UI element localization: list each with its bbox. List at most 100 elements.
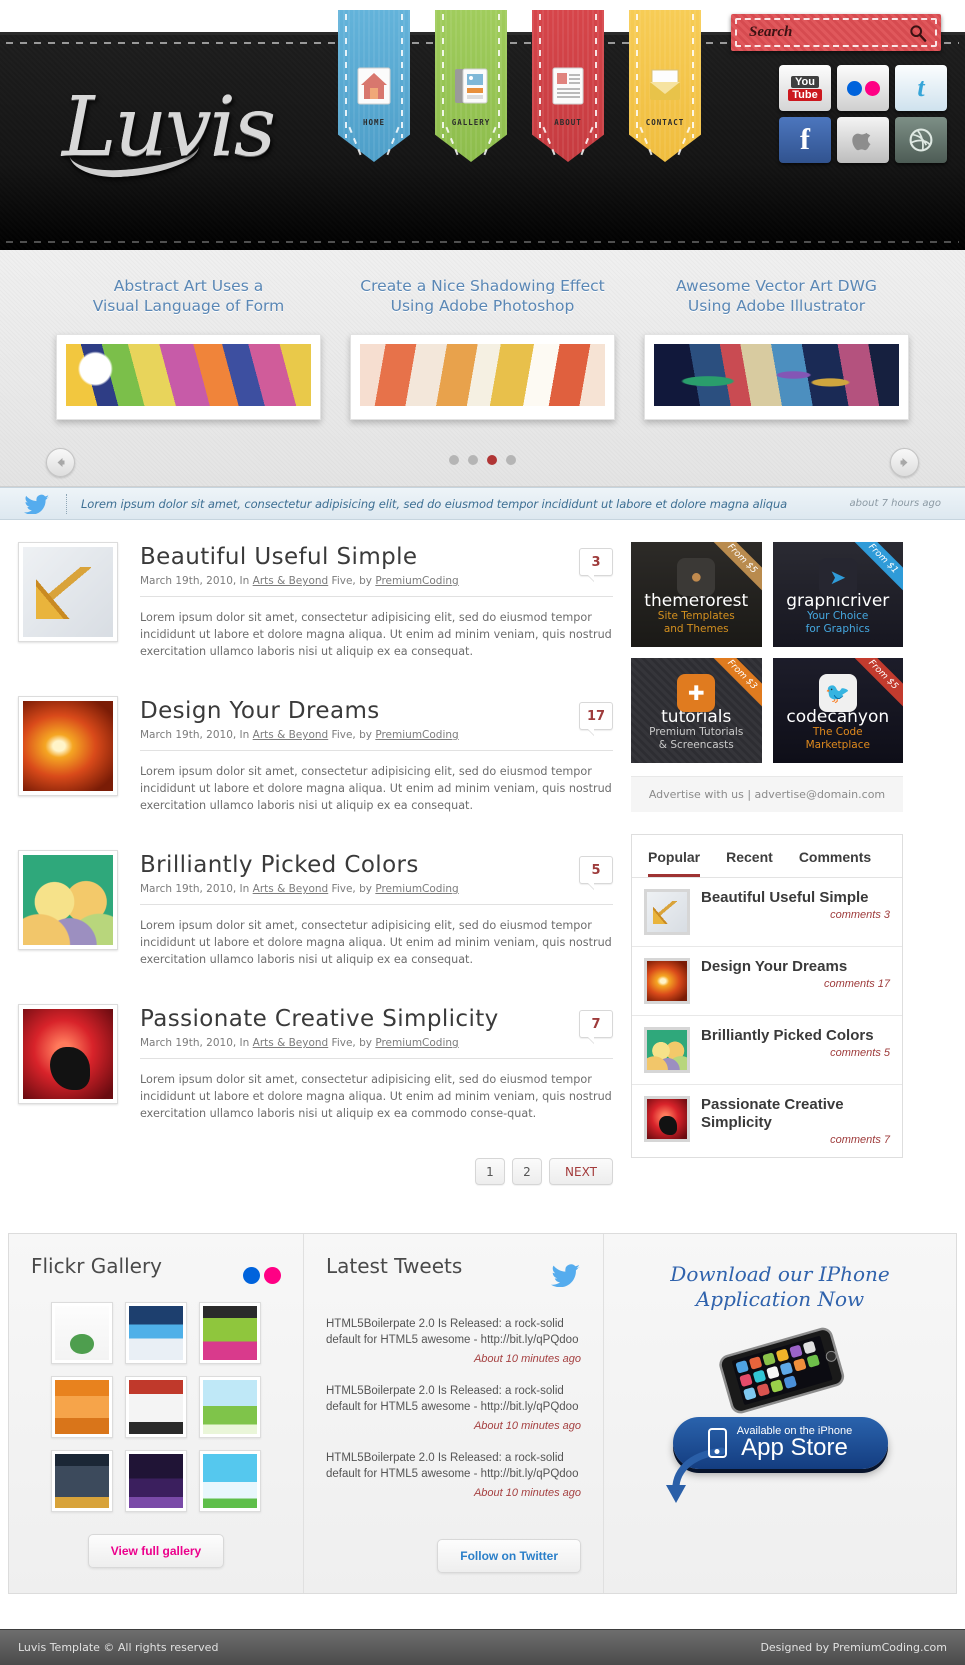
flickr-thumb[interactable] <box>125 1450 187 1512</box>
nav-item-gallery[interactable]: GALLERY <box>435 10 507 162</box>
page-2-button[interactable]: 2 <box>512 1158 542 1185</box>
post-thumbnail[interactable] <box>18 850 118 950</box>
popular-list-item[interactable]: Brilliantly Picked Colors comments 5 <box>632 1016 902 1085</box>
ad-codecanyon[interactable]: From $5 🐦 codecanyon The Code Marketplac… <box>772 658 903 763</box>
post-body: Brilliantly Picked Colors March 19th, 20… <box>140 850 613 968</box>
flickr-thumb-image <box>55 1306 109 1360</box>
latest-tweets-widget: Latest Tweets HTML5Boilerpate 2.0 Is Rel… <box>304 1234 604 1593</box>
post-thumbnail-image <box>23 701 113 791</box>
post-thumbnail[interactable] <box>18 542 118 642</box>
tab-comments[interactable]: Comments <box>799 849 871 877</box>
post-title[interactable]: Passionate Creative Simplicity <box>140 1006 613 1032</box>
popular-item-thumbnail <box>644 958 690 1004</box>
ad-tutorials[interactable]: From $3 ✚ tutorials Premium Tutorials & … <box>631 658 762 763</box>
flickr-thumb[interactable] <box>125 1376 187 1438</box>
next-page-button[interactable]: NEXT <box>549 1158 613 1185</box>
facebook-icon[interactable]: f <box>779 117 831 163</box>
post-thumbnail[interactable] <box>18 1004 118 1104</box>
flickr-icon[interactable] <box>837 65 889 111</box>
flickr-widget-header: Flickr Gallery <box>31 1254 281 1296</box>
post-author-link[interactable]: PremiumCoding <box>375 729 458 741</box>
tweets-widget-header: Latest Tweets <box>326 1254 581 1296</box>
page-1-button[interactable]: 1 <box>475 1158 505 1185</box>
slide-item[interactable]: Abstract Art Uses a Visual Language of F… <box>56 276 321 420</box>
slider-dot-1[interactable] <box>449 455 459 465</box>
popular-item-text: Passionate Creative Simplicity comments … <box>701 1096 890 1146</box>
site-logo[interactable]: Luvis <box>62 80 276 175</box>
flickr-thumb[interactable] <box>199 1302 261 1364</box>
youtube-icon[interactable]: You Tube <box>779 65 831 111</box>
advertise-with-us-line[interactable]: Advertise with us | advertise@domain.com <box>631 776 903 812</box>
tab-recent[interactable]: Recent <box>726 849 773 877</box>
tweet-text[interactable]: HTML5Boilerpate 2.0 Is Released: a rock-… <box>326 1383 581 1415</box>
ad-graphicriver[interactable]: From $1 ➤ graphicriver Your Choice for G… <box>772 542 903 647</box>
dribbble-glyph <box>909 128 933 152</box>
post-thumbnail[interactable] <box>18 696 118 796</box>
flickr-thumb[interactable] <box>125 1302 187 1364</box>
post-title[interactable]: Brilliantly Picked Colors <box>140 852 613 878</box>
post-title[interactable]: Beautiful Useful Simple <box>140 544 613 570</box>
post-author-link[interactable]: PremiumCoding <box>375 1037 458 1049</box>
flickr-thumb[interactable] <box>51 1450 113 1512</box>
follow-on-twitter-button[interactable]: Follow on Twitter <box>437 1539 581 1573</box>
popular-list-item[interactable]: Passionate Creative Simplicity comments … <box>632 1085 902 1157</box>
post-category-link[interactable]: Arts & Beyond <box>253 729 329 741</box>
post-category-link[interactable]: Arts & Beyond <box>253 883 329 895</box>
iphone-glyph-icon <box>707 1428 727 1458</box>
tweet-text[interactable]: HTML5Boilerpate 2.0 Is Released: a rock-… <box>326 1450 581 1482</box>
flickr-thumb[interactable] <box>199 1450 261 1512</box>
post-meta: March 19th, 2010, In Arts & Beyond Five,… <box>140 575 613 597</box>
slider-dot-2[interactable] <box>468 455 478 465</box>
flickr-thumb[interactable] <box>199 1376 261 1438</box>
comment-count-bubble[interactable]: 17 <box>579 702 613 730</box>
ad-themeforest[interactable]: From $5 ● themeforest Site Templates and… <box>631 542 762 647</box>
nav-label-home: HOME <box>362 118 386 127</box>
search-input[interactable] <box>749 24 889 41</box>
app-store-labels: Available on the iPhone App Store <box>737 1425 852 1462</box>
slide-artwork <box>66 344 311 406</box>
iphone-title-line2: Application Now <box>695 1287 865 1311</box>
nav-item-contact[interactable]: CONTACT <box>629 10 701 162</box>
twitter-icon[interactable]: t <box>895 65 947 111</box>
slide-title-line2: Visual Language of Form <box>92 297 285 315</box>
post-category-link[interactable]: Arts & Beyond <box>253 1037 329 1049</box>
popular-item-comments: comments 7 <box>830 1134 890 1146</box>
flickr-thumb[interactable] <box>51 1376 113 1438</box>
comment-count-bubble[interactable]: 5 <box>579 856 613 884</box>
nav-item-home[interactable]: HOME <box>338 10 410 162</box>
popular-item-title: Passionate Creative Simplicity <box>701 1096 844 1131</box>
dribbble-icon[interactable] <box>895 117 947 163</box>
slide-frame <box>644 334 909 420</box>
slide-artwork <box>654 344 899 406</box>
tab-popular[interactable]: Popular <box>648 849 701 877</box>
blog-post: Brilliantly Picked Colors March 19th, 20… <box>18 850 613 968</box>
iphone-widget-title: Download our IPhone Application Now <box>626 1262 934 1312</box>
comment-count-bubble[interactable]: 3 <box>579 548 613 576</box>
popular-list-item[interactable]: Beautiful Useful Simple comments 3 <box>632 878 902 947</box>
slider-dot-3-active[interactable] <box>487 455 497 465</box>
footer-credit[interactable]: Designed by PremiumCoding.com <box>760 1641 947 1654</box>
curved-arrow-icon <box>666 1447 726 1503</box>
post-title[interactable]: Design Your Dreams <box>140 698 613 724</box>
search-box[interactable] <box>731 14 941 51</box>
post-author-link[interactable]: PremiumCoding <box>375 883 458 895</box>
search-icon[interactable] <box>909 24 927 42</box>
twitter-message[interactable]: Lorem ipsum dolor sit amet, consectetur … <box>81 497 787 511</box>
comment-count-bubble[interactable]: 7 <box>579 1010 613 1038</box>
flickr-thumb[interactable] <box>51 1302 113 1364</box>
flickr-thumb-image <box>203 1306 257 1360</box>
tweet-item: HTML5Boilerpate 2.0 Is Released: a rock-… <box>326 1316 581 1365</box>
slide-item[interactable]: Create a Nice Shadowing Effect Using Ado… <box>350 276 615 420</box>
slide-item[interactable]: Awesome Vector Art DWG Using Adobe Illus… <box>644 276 909 420</box>
view-full-gallery-button[interactable]: View full gallery <box>87 1534 225 1568</box>
post-author-link[interactable]: PremiumCoding <box>375 575 458 587</box>
tweet-item: HTML5Boilerpate 2.0 Is Released: a rock-… <box>326 1383 581 1432</box>
slider-dot-4[interactable] <box>506 455 516 465</box>
popular-list-item[interactable]: Design Your Dreams comments 17 <box>632 947 902 1016</box>
nav-item-about[interactable]: ABOUT <box>532 10 604 162</box>
post-category-link[interactable]: Arts & Beyond <box>253 575 329 587</box>
plus-cross-icon: ✚ <box>677 674 716 712</box>
apple-icon[interactable] <box>837 117 889 163</box>
tweet-text[interactable]: HTML5Boilerpate 2.0 Is Released: a rock-… <box>326 1316 581 1348</box>
ad-subtitle-line2: for Graphics <box>805 623 870 635</box>
